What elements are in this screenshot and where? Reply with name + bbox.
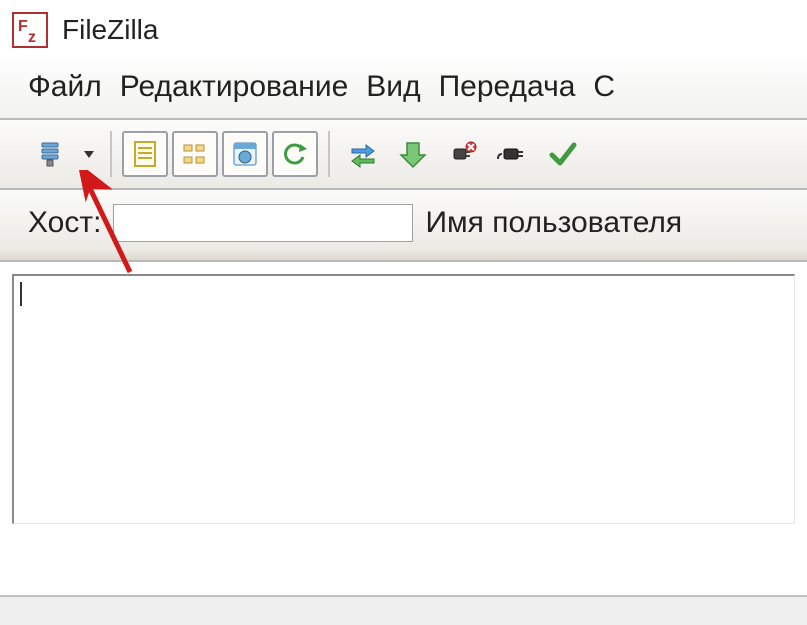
toggle-log-button[interactable] (122, 131, 168, 177)
reconnect-button[interactable] (490, 131, 536, 177)
app-logo-icon: F z (12, 12, 48, 48)
toggle-queue-button[interactable] (222, 131, 268, 177)
window-title: FileZilla (62, 14, 158, 46)
menu-view[interactable]: Вид (366, 70, 420, 104)
toolbar-separator (328, 131, 330, 177)
text-caret (20, 282, 22, 306)
menu-file[interactable]: Файл (28, 70, 102, 104)
server-icon (34, 137, 68, 171)
toggle-tree-button[interactable] (172, 131, 218, 177)
refresh-button[interactable] (272, 131, 318, 177)
toolbar-group-sitemanager (28, 131, 100, 177)
plug-icon (446, 137, 480, 171)
toolbar (0, 120, 807, 190)
toolbar-group-panels (122, 131, 318, 177)
host-label: Хост: (28, 206, 101, 240)
menu-transfer[interactable]: Передача (439, 70, 576, 104)
process-queue-button[interactable] (340, 131, 386, 177)
checkmark-icon (546, 137, 580, 171)
quickconnect-bar: Хост: Имя пользователя (0, 190, 807, 262)
transfer-arrows-icon (346, 137, 380, 171)
svg-text:z: z (28, 29, 36, 46)
filter-button[interactable] (540, 131, 586, 177)
site-manager-dropdown-button[interactable] (78, 147, 100, 161)
svg-text:F: F (18, 18, 28, 35)
menu-server-truncated[interactable]: С (593, 70, 615, 104)
status-bar (0, 595, 807, 625)
plug-dark-icon (496, 137, 530, 171)
toolbar-separator (110, 131, 112, 177)
toolbar-group-transfer (340, 131, 586, 177)
site-manager-button[interactable] (28, 131, 74, 177)
message-log[interactable] (12, 274, 795, 524)
refresh-icon (280, 139, 310, 169)
folder-tree-icon (180, 139, 210, 169)
disconnect-button[interactable] (440, 131, 486, 177)
menubar: Файл Редактирование Вид Передача С (0, 60, 807, 120)
cancel-button[interactable] (390, 131, 436, 177)
username-label: Имя пользователя (425, 206, 682, 240)
document-lines-icon (130, 139, 160, 169)
globe-window-icon (230, 139, 260, 169)
chevron-down-icon (82, 147, 96, 161)
download-arrow-icon (396, 137, 430, 171)
titlebar: F z FileZilla (0, 0, 807, 60)
host-input[interactable] (113, 204, 413, 242)
menu-edit[interactable]: Редактирование (120, 70, 349, 104)
